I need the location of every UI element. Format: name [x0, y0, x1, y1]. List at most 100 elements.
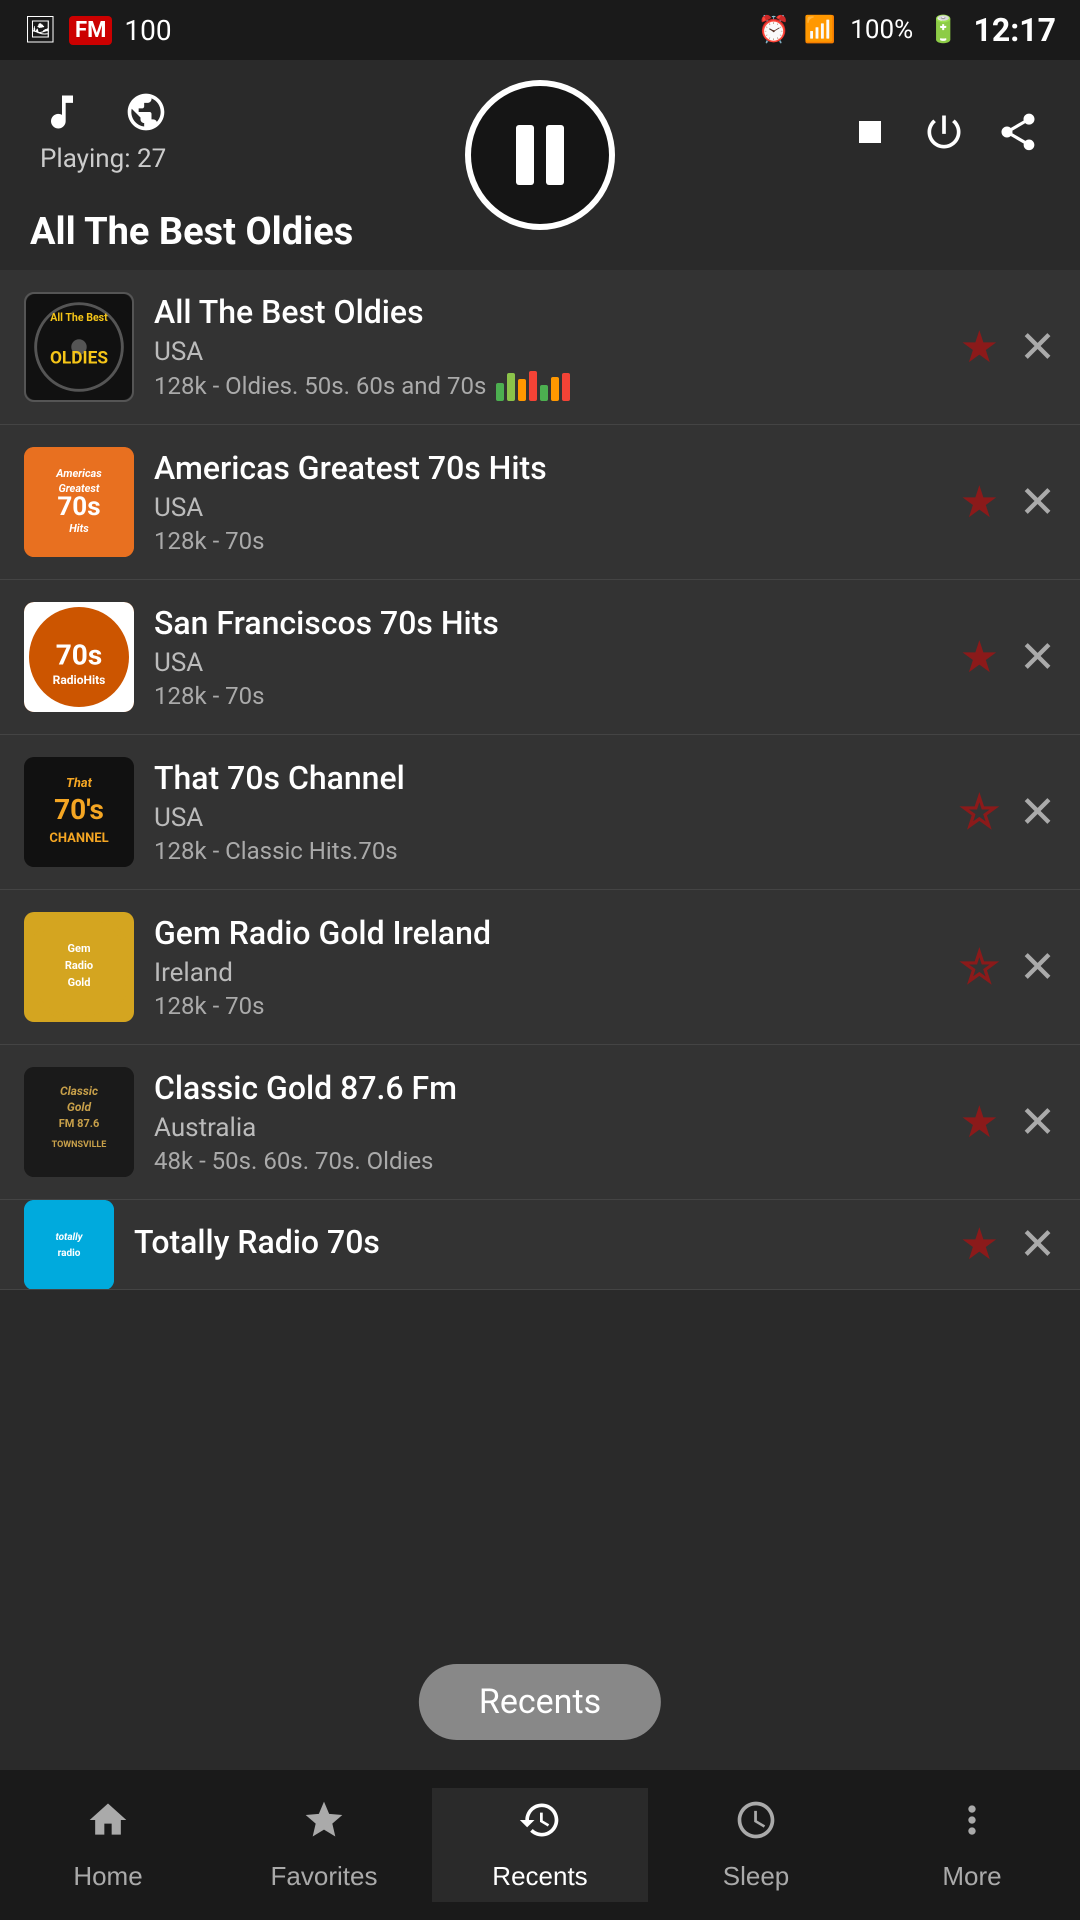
- station-name: Classic Gold 87.6 Fm: [154, 1069, 940, 1107]
- station-item[interactable]: All The Best OLDIES All The Best Oldies …: [0, 270, 1080, 425]
- player-header: Playing: 27: [0, 60, 1080, 194]
- svg-text:Radio: Radio: [65, 959, 93, 972]
- station-logo: 70s RadioHits: [24, 602, 134, 712]
- station-name: That 70s Channel: [154, 759, 940, 797]
- station-name: All The Best Oldies: [154, 293, 940, 331]
- share-button[interactable]: [996, 110, 1040, 154]
- svg-text:RadioHits: RadioHits: [53, 673, 106, 687]
- remove-button[interactable]: ✕: [1019, 477, 1056, 528]
- nav-home[interactable]: Home: [0, 1788, 216, 1902]
- remove-button[interactable]: ✕: [1019, 1097, 1056, 1148]
- remove-button[interactable]: ✕: [1019, 1219, 1056, 1270]
- svg-text:TOWNSVILLE: TOWNSVILLE: [52, 1140, 107, 1150]
- more-icon: [950, 1798, 994, 1853]
- status-number: 100: [124, 14, 171, 47]
- recents-tooltip: Recents: [419, 1664, 661, 1740]
- svg-text:70's: 70's: [54, 793, 104, 826]
- station-bitrate: 48k - 50s. 60s. 70s. Oldies: [154, 1147, 940, 1175]
- station-country: Australia: [154, 1113, 940, 1143]
- remove-button[interactable]: ✕: [1019, 632, 1056, 683]
- station-name: San Franciscos 70s Hits: [154, 604, 940, 642]
- nav-sleep[interactable]: Sleep: [648, 1788, 864, 1902]
- svg-text:Americas: Americas: [55, 467, 102, 480]
- svg-text:That: That: [66, 776, 93, 791]
- nav-more-label: More: [942, 1861, 1001, 1892]
- player-right-controls: [848, 110, 1040, 154]
- svg-text:FM 87.6: FM 87.6: [59, 1117, 100, 1130]
- station-bitrate: 128k - 70s: [154, 682, 940, 710]
- station-item[interactable]: totally radio Totally Radio 70s ★ ✕: [0, 1200, 1080, 1290]
- station-country: USA: [154, 803, 940, 833]
- bottom-navigation: Home Favorites Recents Sleep More: [0, 1770, 1080, 1920]
- status-time: 12:17: [974, 11, 1056, 49]
- station-info: Totally Radio 70s: [134, 1223, 940, 1267]
- playing-label: Playing: 27: [40, 144, 166, 174]
- sleep-icon: [734, 1798, 778, 1853]
- svg-text:All The Best: All The Best: [50, 311, 108, 324]
- station-actions: ☆ ✕: [960, 787, 1056, 838]
- svg-text:totally: totally: [55, 1232, 83, 1243]
- battery-icon: 🔋: [927, 15, 959, 45]
- svg-text:radio: radio: [58, 1248, 81, 1259]
- remove-button[interactable]: ✕: [1019, 942, 1056, 993]
- battery-text: 100%: [850, 15, 913, 45]
- star-nav-icon: [302, 1798, 346, 1853]
- music-note-button[interactable]: [40, 90, 84, 134]
- station-logo: Gem Radio Gold: [24, 912, 134, 1022]
- nav-favorites-label: Favorites: [271, 1861, 378, 1892]
- pause-button[interactable]: [465, 80, 615, 230]
- svg-text:Gold: Gold: [67, 1100, 92, 1114]
- player-left-controls: Playing: 27: [40, 90, 168, 174]
- station-info: Americas Greatest 70s Hits USA 128k - 70…: [154, 449, 940, 555]
- station-item[interactable]: Americas Greatest 70s Hits Americas Grea…: [0, 425, 1080, 580]
- status-bar: 🖼 FM 100 ⏰ 📶 100% 🔋 12:17: [0, 0, 1080, 60]
- svg-text:Classic: Classic: [60, 1084, 98, 1098]
- station-list: All The Best OLDIES All The Best Oldies …: [0, 270, 1080, 1290]
- station-item[interactable]: 70s RadioHits San Franciscos 70s Hits US…: [0, 580, 1080, 735]
- remove-button[interactable]: ✕: [1019, 787, 1056, 838]
- power-button[interactable]: [922, 110, 966, 154]
- photo-icon: 🖼: [24, 15, 57, 45]
- favorite-button[interactable]: ★: [960, 1219, 999, 1270]
- globe-button[interactable]: [124, 90, 168, 134]
- favorite-button[interactable]: ★: [960, 1097, 999, 1148]
- station-actions: ★ ✕: [960, 1097, 1056, 1148]
- favorite-button[interactable]: ★: [960, 477, 999, 528]
- svg-text:Gem: Gem: [68, 942, 91, 955]
- favorite-button[interactable]: ★: [960, 322, 999, 373]
- status-right: ⏰ 📶 100% 🔋 12:17: [758, 11, 1056, 49]
- station-bitrate: 128k - Classic Hits.70s: [154, 837, 940, 865]
- stop-button[interactable]: [848, 110, 892, 154]
- remove-button[interactable]: ✕: [1019, 322, 1056, 373]
- svg-text:Gold: Gold: [68, 976, 91, 989]
- station-actions: ★ ✕: [960, 1219, 1056, 1270]
- station-bitrate: 128k - 70s: [154, 527, 940, 555]
- favorite-button[interactable]: ★: [960, 632, 999, 683]
- home-icon: [86, 1798, 130, 1853]
- favorite-button[interactable]: ☆: [960, 787, 999, 838]
- station-item[interactable]: Gem Radio Gold Gem Radio Gold Ireland Ir…: [0, 890, 1080, 1045]
- station-name: Totally Radio 70s: [134, 1223, 940, 1261]
- nav-recents[interactable]: Recents: [432, 1788, 648, 1902]
- nav-more[interactable]: More: [864, 1788, 1080, 1902]
- favorite-button[interactable]: ☆: [960, 942, 999, 993]
- nav-favorites[interactable]: Favorites: [216, 1788, 432, 1902]
- svg-text:OLDIES: OLDIES: [50, 348, 108, 368]
- station-actions: ★ ✕: [960, 477, 1056, 528]
- station-logo: Classic Gold FM 87.6 TOWNSVILLE: [24, 1067, 134, 1177]
- station-country: USA: [154, 493, 940, 523]
- station-logo: That 70's CHANNEL: [24, 757, 134, 867]
- station-info: Classic Gold 87.6 Fm Australia 48k - 50s…: [154, 1069, 940, 1175]
- nav-recents-label: Recents: [492, 1861, 587, 1892]
- station-item[interactable]: Classic Gold FM 87.6 TOWNSVILLE Classic …: [0, 1045, 1080, 1200]
- station-info: That 70s Channel USA 128k - Classic Hits…: [154, 759, 940, 865]
- station-country: USA: [154, 648, 940, 678]
- recents-icon: [518, 1798, 562, 1853]
- station-info: All The Best Oldies USA 128k - Oldies. 5…: [154, 293, 940, 401]
- alarm-icon: ⏰: [758, 15, 790, 45]
- station-info: San Franciscos 70s Hits USA 128k - 70s: [154, 604, 940, 710]
- station-item[interactable]: That 70's CHANNEL That 70s Channel USA 1…: [0, 735, 1080, 890]
- svg-text:CHANNEL: CHANNEL: [49, 831, 108, 846]
- station-name: Gem Radio Gold Ireland: [154, 914, 940, 952]
- station-logo: All The Best OLDIES: [24, 292, 134, 402]
